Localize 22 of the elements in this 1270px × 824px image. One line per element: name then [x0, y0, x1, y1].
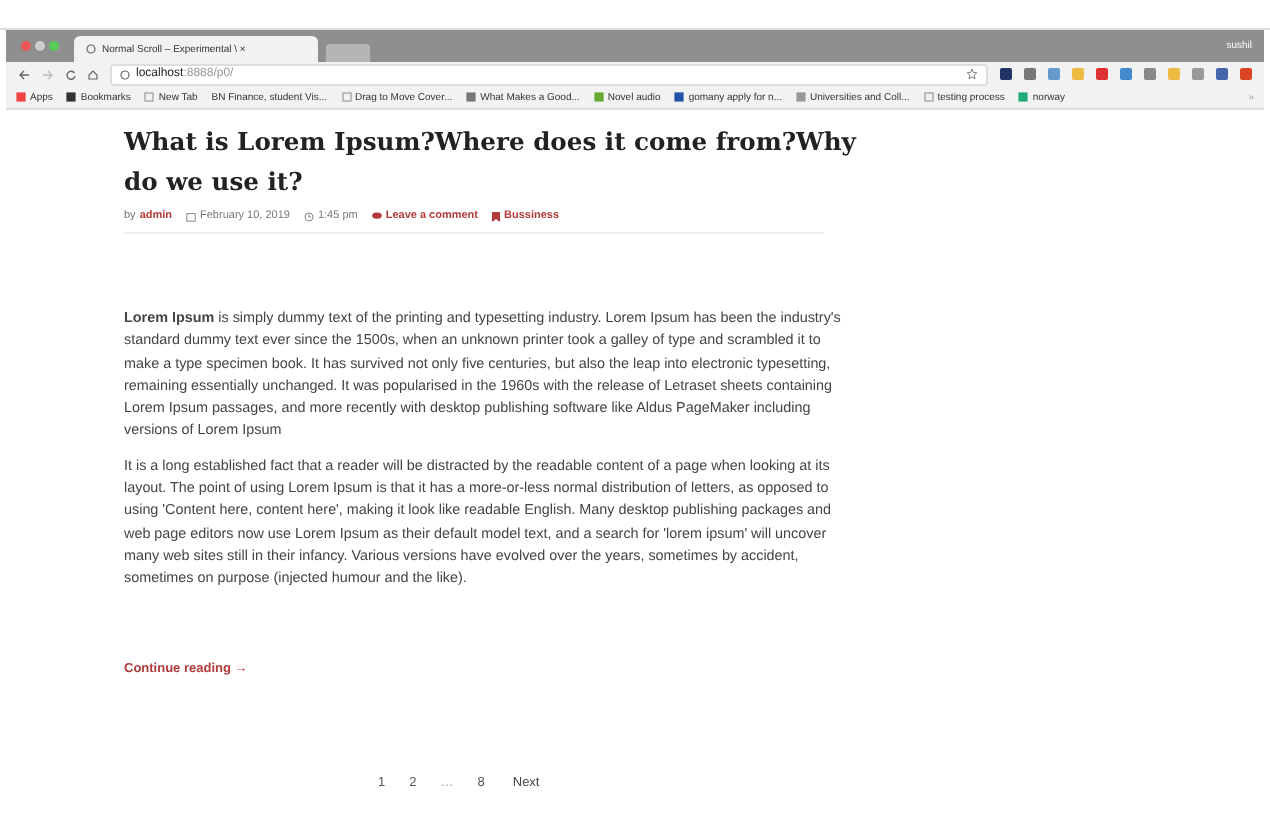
post-title: What is Lorem Ipsum?Where does it come from?Why do we use it?: [124, 124, 859, 200]
clock-icon: [303, 211, 314, 221]
back-icon[interactable]: [18, 69, 30, 79]
comment-icon: [371, 212, 382, 220]
bookmark-icon: [144, 92, 155, 102]
bookmark-icon: [466, 92, 477, 102]
star-icon[interactable]: [966, 68, 978, 80]
reload-icon[interactable]: [66, 69, 76, 79]
forward-icon[interactable]: [42, 69, 54, 79]
calendar-icon: [186, 211, 197, 221]
bookmark-icon: [674, 92, 685, 102]
bookmark-icon: [66, 92, 77, 102]
bookmark-icon: [1018, 92, 1029, 102]
bookmark-icon: [492, 211, 501, 221]
info-icon: [120, 69, 130, 79]
home-icon[interactable]: [88, 69, 98, 79]
bookmark-icon: [796, 92, 807, 102]
bookmark-icon: [16, 92, 26, 102]
bookmark-icon: [341, 92, 352, 102]
bookmark-icon: [593, 92, 604, 102]
bookmark-icon: [923, 92, 934, 102]
globe-icon: [86, 44, 96, 54]
